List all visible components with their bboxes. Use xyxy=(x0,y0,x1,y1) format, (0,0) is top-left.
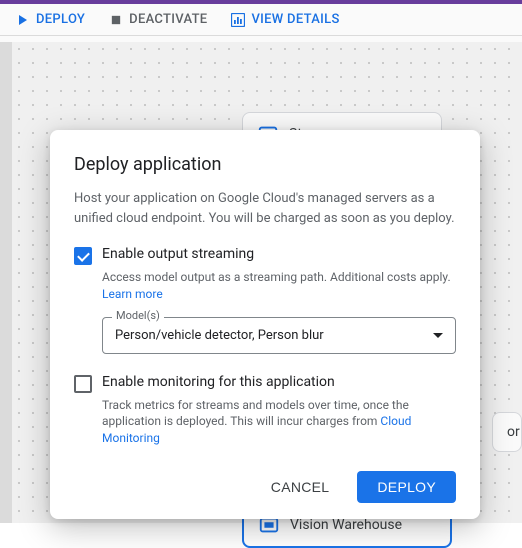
monitoring-option: Enable monitoring for this application xyxy=(74,374,456,393)
streaming-subtext: Access model output as a streaming path.… xyxy=(102,269,456,303)
dialog-description: Host your application on Google Cloud's … xyxy=(74,189,456,228)
streaming-checkbox[interactable] xyxy=(74,247,92,265)
chevron-down-icon xyxy=(433,333,443,338)
models-label: Model(s) xyxy=(112,309,164,322)
streaming-label: Enable output streaming xyxy=(102,246,254,262)
deploy-confirm-button[interactable]: DEPLOY xyxy=(357,471,456,503)
learn-more-link[interactable]: Learn more xyxy=(102,287,163,301)
monitoring-subtext: Track metrics for streams and models ove… xyxy=(102,397,456,447)
modal-overlay: Deploy application Host your application… xyxy=(0,0,522,523)
cancel-button[interactable]: CANCEL xyxy=(251,471,350,503)
streaming-option: Enable output streaming xyxy=(74,246,456,265)
monitoring-label: Enable monitoring for this application xyxy=(102,374,335,390)
models-select[interactable]: Person/vehicle detector, Person blur xyxy=(102,317,456,354)
monitoring-checkbox[interactable] xyxy=(74,375,92,393)
deploy-dialog: Deploy application Host your application… xyxy=(50,130,480,519)
models-field: Model(s) Person/vehicle detector, Person… xyxy=(102,317,456,354)
dialog-title: Deploy application xyxy=(74,154,456,175)
dialog-actions: CANCEL DEPLOY xyxy=(74,471,456,503)
models-value: Person/vehicle detector, Person blur xyxy=(115,328,324,343)
